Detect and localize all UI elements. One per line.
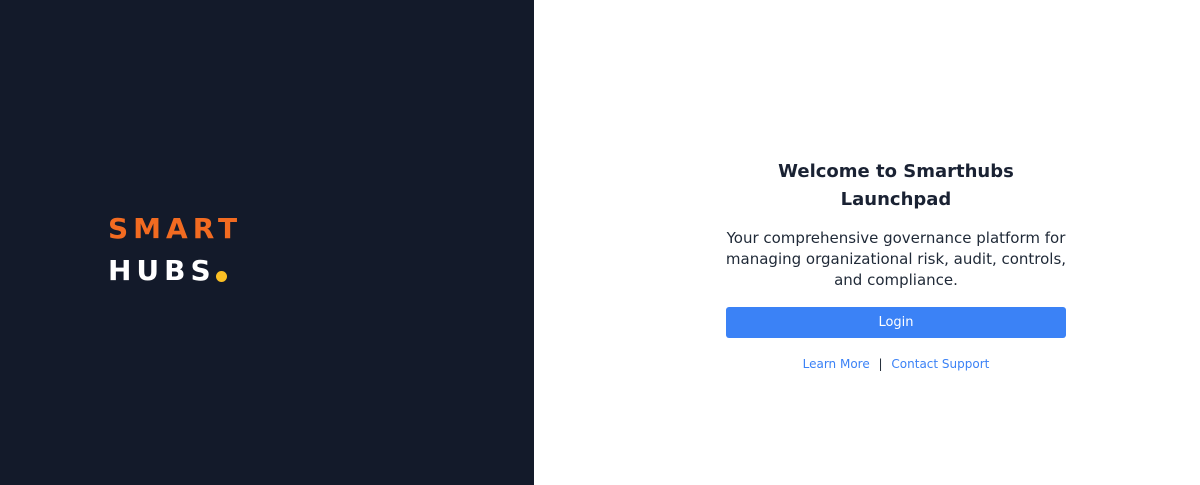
footer-links: Learn More | Contact Support	[726, 357, 1066, 371]
learn-more-link[interactable]: Learn More	[803, 357, 870, 371]
logo-hubs-row: HUBS	[108, 254, 242, 288]
brand-panel: SMART HUBS	[0, 0, 534, 485]
welcome-content: Welcome to Smarthubs Launchpad Your comp…	[726, 158, 1066, 371]
login-page: SMART HUBS Welcome to Smarthubs Launchpa…	[0, 0, 1200, 485]
logo-hubs-text: HUBS	[108, 254, 216, 287]
login-button[interactable]: Login	[726, 307, 1066, 338]
logo-dot-icon	[215, 271, 227, 282]
welcome-title: Welcome to Smarthubs Launchpad	[778, 161, 1014, 210]
welcome-description: Your comprehensive governance platform f…	[725, 229, 1067, 289]
smarthubs-logo: SMART HUBS	[108, 212, 242, 288]
link-separator: |	[878, 357, 883, 371]
contact-support-link[interactable]: Contact Support	[891, 357, 989, 371]
welcome-panel: Welcome to Smarthubs Launchpad Your comp…	[534, 0, 1200, 485]
logo-smart-text: SMART	[108, 212, 243, 245]
